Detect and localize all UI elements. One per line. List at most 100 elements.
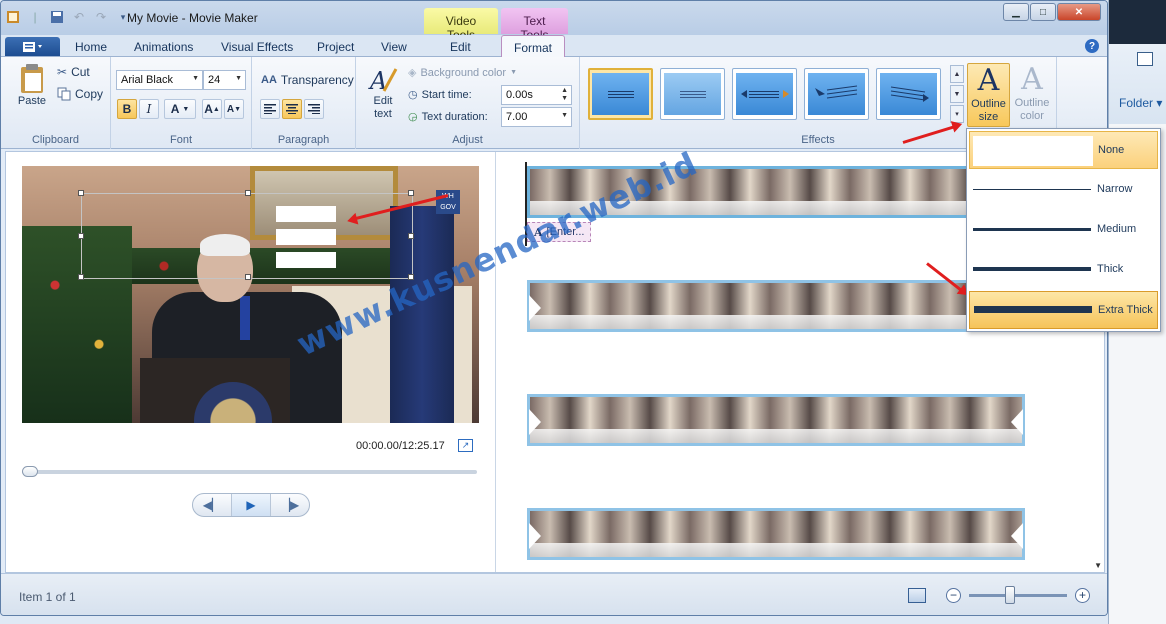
align-left-button[interactable] <box>260 99 280 119</box>
tab-view[interactable]: View <box>381 40 407 54</box>
font-group: Arial Black ▼ 24 ▼ B I A ▼ A ▲ A ▼ Font <box>111 57 252 149</box>
resize-handle[interactable] <box>408 233 414 239</box>
bold-button[interactable]: B <box>117 99 137 119</box>
text-duration-label: Text duration: <box>421 110 488 123</box>
playback-controls: ◀▏ ▶ ▕▶ <box>192 493 310 517</box>
background-color-button[interactable]: ◈ Background color ▼ <box>408 66 517 80</box>
resize-handle[interactable] <box>408 190 414 196</box>
align-right-button[interactable] <box>304 99 324 119</box>
application-menu-button[interactable] <box>5 37 60 56</box>
seek-thumb[interactable] <box>22 466 38 477</box>
tab-home[interactable]: Home <box>75 40 107 54</box>
outline-option-extra-thick[interactable]: Extra Thick <box>969 291 1158 329</box>
fullscreen-icon[interactable]: ↗ <box>458 439 473 452</box>
outline-option-label: Medium <box>1097 223 1137 235</box>
effect-fly-in[interactable] <box>804 68 869 120</box>
text-duration-dropdown[interactable]: 7.00 ▼ <box>501 107 572 127</box>
previous-frame-icon[interactable]: ◀▏ <box>193 494 232 516</box>
zoom-in-icon[interactable]: + <box>1075 588 1090 603</box>
close-button[interactable]: ✕ <box>1057 3 1101 21</box>
edit-text-icon: A <box>368 67 398 95</box>
effect-fly-in-icon <box>814 85 857 99</box>
outline-color-button[interactable]: A Outline color <box>1012 63 1052 127</box>
spinner-arrows-icon[interactable]: ▲ ▼ <box>561 87 568 103</box>
effect-scroll[interactable] <box>732 68 797 120</box>
storyboard-view-icon[interactable] <box>908 588 926 603</box>
resize-handle[interactable] <box>78 190 84 196</box>
copy-button[interactable]: Copy <box>57 87 103 101</box>
effect-scroll-icon <box>740 90 789 98</box>
italic-button[interactable]: I <box>139 99 159 119</box>
shrink-font-glyph: A <box>226 103 235 115</box>
effect-fade[interactable] <box>660 68 725 120</box>
font-family-dropdown[interactable]: Arial Black ▼ <box>116 70 203 90</box>
text-overlay-box[interactable] <box>78 190 414 280</box>
storyboard-clip[interactable] <box>527 280 1025 332</box>
resize-handle[interactable] <box>245 274 251 280</box>
outline-option-medium[interactable]: Medium <box>969 211 1158 249</box>
resize-handle[interactable] <box>78 233 84 239</box>
pane-icon[interactable] <box>1137 52 1153 66</box>
text-line-2 <box>276 229 336 245</box>
maximize-button[interactable]: □ <box>1030 3 1056 21</box>
app-menu-icon <box>22 41 42 52</box>
align-center-button[interactable] <box>282 99 302 119</box>
text-tools-header: Text Tools <box>501 8 568 42</box>
effect-fade-icon <box>679 91 706 98</box>
chevron-down-icon: ▼ <box>561 112 568 119</box>
video-tools-header: Video Tools <box>424 8 498 42</box>
tab-edit[interactable]: Edit <box>450 40 471 54</box>
minimize-button[interactable]: ▁ <box>1003 3 1029 21</box>
next-frame-icon[interactable]: ▕▶ <box>271 494 309 516</box>
seek-slider[interactable] <box>22 466 477 477</box>
font-color-button[interactable]: A ▼ <box>164 99 196 119</box>
start-time-spinner[interactable]: 0.00s ▲ ▼ <box>501 85 572 105</box>
redo-icon[interactable]: ↷ <box>93 9 109 25</box>
effect-none[interactable] <box>588 68 653 120</box>
tab-visual-effects[interactable]: Visual Effects <box>221 40 293 54</box>
edit-text-label: Edit text <box>373 95 393 120</box>
scroll-down-icon[interactable]: ▼ <box>950 85 964 103</box>
tab-animations[interactable]: Animations <box>134 40 193 54</box>
cut-button[interactable]: ✂ Cut <box>57 65 90 79</box>
effects-gallery-scroller[interactable]: ▲ ▼ ▾ <box>950 65 964 123</box>
outline-size-button[interactable]: A Outline size <box>967 63 1010 127</box>
chevron-down-icon: ▼ <box>235 75 242 82</box>
scroll-up-icon[interactable]: ▲ <box>950 65 964 83</box>
font-size-value: 24 <box>208 74 221 86</box>
save-icon[interactable] <box>49 9 65 25</box>
app-icon <box>5 9 21 25</box>
zoom-thumb[interactable] <box>1005 586 1015 604</box>
outline-option-none[interactable]: None <box>969 131 1158 169</box>
undo-icon[interactable]: ↶ <box>71 9 87 25</box>
play-icon[interactable]: ▶ <box>232 494 271 516</box>
scroll-down-icon[interactable]: ▼ <box>1094 561 1102 570</box>
whitehouse-badge: WH GOV <box>436 190 460 214</box>
outline-option-label: Narrow <box>1097 183 1133 195</box>
paste-button[interactable]: Paste <box>13 63 51 107</box>
outline-option-label: Thick <box>1097 263 1124 275</box>
chevron-down-icon: ▼ <box>192 75 199 82</box>
status-bar: Item 1 of 1 − + <box>1 573 1107 615</box>
text-line-1 <box>276 206 336 222</box>
storyboard-clip[interactable] <box>527 394 1025 446</box>
zoom-out-icon[interactable]: − <box>946 588 961 603</box>
grow-font-button[interactable]: A ▲ <box>202 99 222 119</box>
edit-text-button[interactable]: A Edit text <box>363 65 403 121</box>
font-size-dropdown[interactable]: 24 ▼ <box>203 70 246 90</box>
transparency-button[interactable]: AA Transparency <box>261 73 354 87</box>
tab-project[interactable]: Project <box>317 40 354 54</box>
ribbon: Paste ✂ Cut Copy Clipboard Arial Black ▼ … <box>1 57 1107 149</box>
resize-handle[interactable] <box>78 274 84 280</box>
zoom-slider[interactable] <box>969 594 1067 597</box>
effect-zoom[interactable] <box>876 68 941 120</box>
tab-format[interactable]: Format <box>501 35 566 58</box>
shrink-font-button[interactable]: A ▼ <box>224 99 244 119</box>
folder-menu[interactable]: Folder ▾ <box>1119 96 1162 110</box>
outline-option-thick[interactable]: Thick <box>969 251 1158 289</box>
resize-handle[interactable] <box>245 190 251 196</box>
font-color-glyph: A <box>170 102 180 116</box>
outline-option-narrow[interactable]: Narrow <box>969 171 1158 209</box>
storyboard-clip[interactable] <box>527 508 1025 560</box>
help-icon[interactable]: ? <box>1085 39 1099 53</box>
